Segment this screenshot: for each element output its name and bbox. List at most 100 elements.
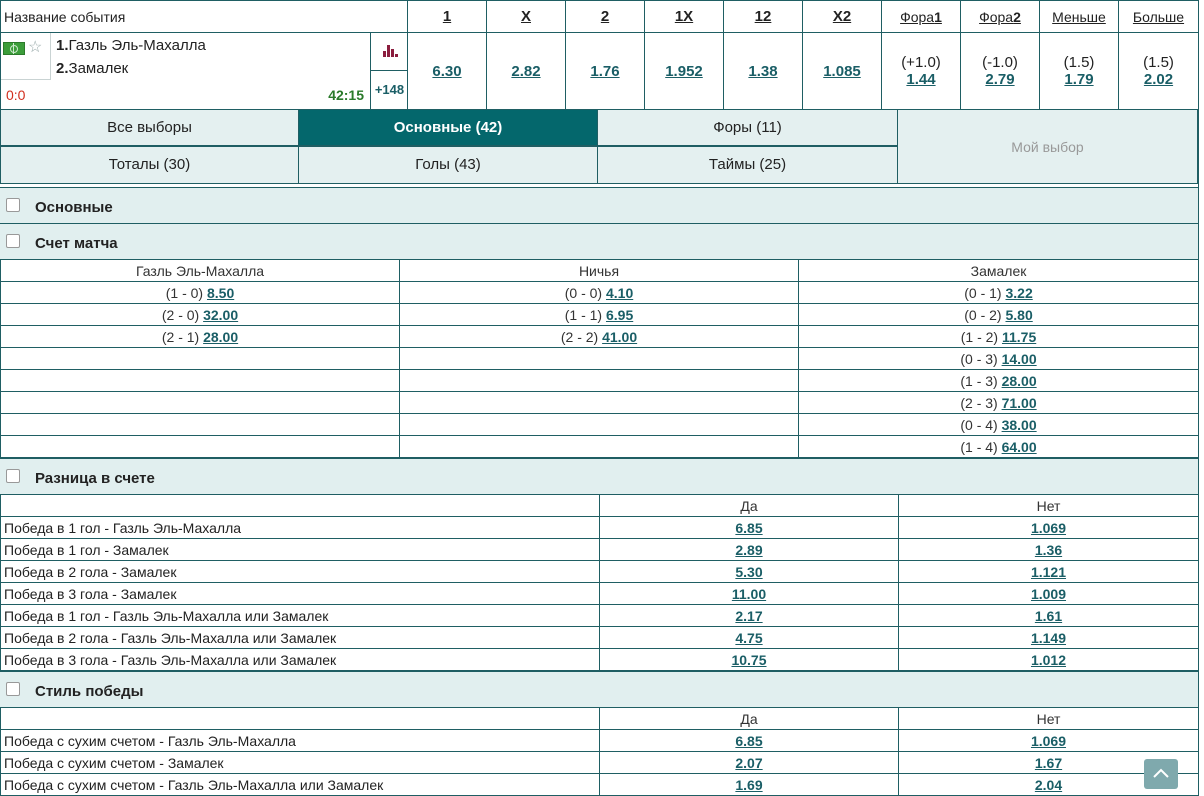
col-header-1[interactable]: 1 [443, 8, 451, 25]
cs-odd[interactable]: 11.75 [1002, 329, 1036, 345]
odd-more[interactable]: 2.02 [1144, 71, 1173, 88]
table-row: Победа с сухим счетом - Газль Эль-Махалл… [0, 773, 1199, 796]
odd-yes[interactable]: 1.69 [735, 777, 762, 793]
score-line: (1 - 1) [564, 306, 603, 323]
market-label: Победа в 2 гола - Замалек [0, 560, 600, 583]
bar-chart-icon [383, 45, 398, 57]
team1[interactable]: 1.Газль Эль-Махалла [56, 37, 206, 54]
section-title: Стиль победы [35, 683, 144, 700]
section-win-style[interactable]: Стиль победы [0, 671, 1198, 707]
odd-yes[interactable]: 11.00 [732, 586, 766, 602]
tab-foras[interactable]: Форы (11) [597, 109, 898, 146]
odd-x2[interactable]: 1.085 [823, 63, 861, 80]
odd-no[interactable]: 1.009 [1031, 586, 1066, 602]
table-row: (1 - 0) 8.50 (0 - 0) 4.10 (0 - 1) 3.22 [0, 281, 1199, 304]
more-markets-button[interactable]: +148 [370, 71, 408, 109]
soccer-field-icon [3, 42, 25, 55]
odd-yes[interactable]: 6.85 [735, 520, 762, 536]
cs-odd[interactable]: 71.00 [1002, 395, 1037, 411]
team2[interactable]: 2.Замалек [56, 60, 128, 77]
cs-odd[interactable]: 3.22 [1005, 285, 1032, 301]
odd-no[interactable]: 1.149 [1031, 630, 1066, 646]
section-main[interactable]: Основные [0, 187, 1198, 223]
tab-halves[interactable]: Таймы (25) [597, 146, 898, 184]
odd-yes[interactable]: 5.30 [735, 564, 762, 580]
cs-cell: (0 - 4) 38.00 [798, 413, 1199, 436]
table-row: Победа с сухим счетом - Замалек 2.07 1.67 [0, 751, 1199, 774]
tab-goals[interactable]: Голы (43) [298, 146, 598, 184]
cs-cell: (2 - 2) 41.00 [399, 325, 799, 348]
odd-no[interactable]: 1.012 [1031, 652, 1066, 668]
col-header-fora1[interactable]: Фора1 [900, 9, 942, 25]
col-header-2[interactable]: 2 [601, 8, 609, 25]
cs-odd[interactable]: 14.00 [1002, 351, 1037, 367]
tab-main[interactable]: Основные (42) [298, 109, 598, 146]
col-header-x2[interactable]: X2 [833, 8, 851, 25]
section-correct-score[interactable]: Счет матча [0, 223, 1198, 259]
odd-yes[interactable]: 4.75 [735, 630, 762, 646]
cs-odd[interactable]: 4.10 [606, 285, 633, 301]
market-label: Победа в 3 гола - Замалек [0, 582, 600, 605]
odd-no[interactable]: 1.069 [1031, 733, 1066, 749]
odd-yes[interactable]: 2.17 [735, 608, 762, 624]
section-checkbox[interactable] [6, 234, 20, 248]
odd-no[interactable]: 1.61 [1035, 608, 1062, 624]
cs-cell: (1 - 3) 28.00 [798, 369, 1199, 392]
odd-no[interactable]: 1.069 [1031, 520, 1066, 536]
cs-odd[interactable]: 8.50 [207, 285, 234, 301]
cs-cell: (2 - 3) 71.00 [798, 391, 1199, 414]
odd-no[interactable]: 1.36 [1035, 542, 1062, 558]
section-score-diff[interactable]: Разница в счете [0, 458, 1198, 494]
odd-1x[interactable]: 1.952 [665, 63, 703, 80]
star-icon[interactable]: ☆ [28, 37, 42, 57]
col-header-12[interactable]: 12 [755, 8, 772, 25]
col-header-more[interactable]: Больше [1133, 9, 1184, 25]
section-checkbox[interactable] [6, 682, 20, 696]
odd-no[interactable]: 1.121 [1031, 564, 1066, 580]
odd-yes[interactable]: 6.85 [735, 733, 762, 749]
stats-button[interactable] [370, 32, 408, 71]
cs-odd[interactable]: 32.00 [203, 307, 238, 323]
table-row: Победа в 3 гола - Замалек 11.00 1.009 [0, 582, 1199, 605]
odd-fora2[interactable]: 2.79 [985, 71, 1014, 88]
table-row: Победа в 1 гол - Замалек 2.89 1.36 [0, 538, 1199, 561]
score-line: (1 - 4) [960, 438, 998, 455]
cs-odd[interactable]: 28.00 [1002, 373, 1037, 389]
odd-yes[interactable]: 2.07 [735, 755, 762, 771]
section-checkbox[interactable] [6, 469, 20, 483]
odd-12[interactable]: 1.38 [748, 63, 777, 80]
odd-less[interactable]: 1.79 [1064, 71, 1093, 88]
col-header-fora2[interactable]: Фора2 [979, 9, 1021, 25]
cs-cell: (0 - 1) 3.22 [798, 281, 1199, 304]
odd-yes[interactable]: 2.89 [735, 542, 762, 558]
score-line: (1 - 0) [165, 284, 204, 301]
odd-fora1[interactable]: 1.44 [906, 71, 935, 88]
odd-no[interactable]: 1.67 [1035, 755, 1062, 771]
odd-no[interactable]: 2.04 [1035, 777, 1062, 793]
scroll-top-button[interactable] [1144, 759, 1178, 789]
market-label: Победа с сухим счетом - Газль Эль-Махалл… [0, 729, 600, 752]
section-title: Основные [35, 199, 113, 216]
cs-cell: (1 - 1) 6.95 [399, 303, 799, 326]
tab-totals[interactable]: Тоталы (30) [0, 146, 299, 184]
cs-cell [399, 413, 799, 436]
col-header-x[interactable]: X [521, 8, 531, 25]
cs-odd[interactable]: 41.00 [602, 329, 637, 345]
odd-x[interactable]: 2.82 [511, 63, 540, 80]
col-header-1x[interactable]: 1X [675, 8, 693, 25]
score-line: (0 - 3) [960, 350, 998, 367]
odd-2[interactable]: 1.76 [590, 63, 619, 80]
cs-odd[interactable]: 28.00 [203, 329, 238, 345]
tab-all[interactable]: Все выборы [0, 109, 299, 146]
cs-odd[interactable]: 64.00 [1002, 439, 1037, 455]
market-label: Победа в 2 гола - Газль Эль-Махалла или … [0, 626, 600, 649]
cs-cell [399, 391, 799, 414]
cs-odd[interactable]: 6.95 [606, 307, 633, 323]
section-checkbox[interactable] [6, 198, 20, 212]
col-header-less[interactable]: Меньше [1052, 9, 1106, 25]
odd-1[interactable]: 6.30 [432, 63, 461, 80]
cs-odd[interactable]: 38.00 [1002, 417, 1037, 433]
odd-yes[interactable]: 10.75 [731, 652, 766, 668]
market-label: Победа в 1 гол - Замалек [0, 538, 600, 561]
cs-odd[interactable]: 5.80 [1005, 307, 1032, 323]
